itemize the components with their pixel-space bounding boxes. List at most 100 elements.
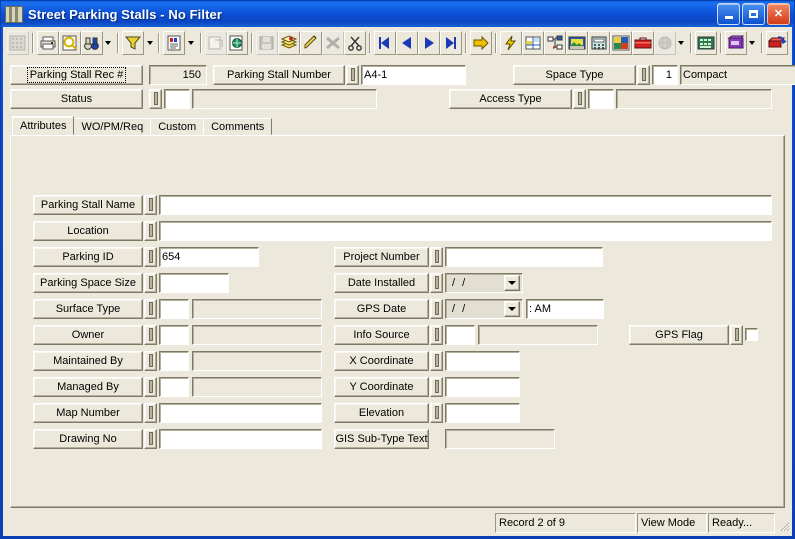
tab-custom[interactable]: Custom [150,118,205,135]
maintained-by-lookup-button[interactable] [144,350,157,371]
surface-type-label-button[interactable]: Surface Type [33,298,143,319]
gps-date-lookup-button[interactable] [430,298,443,319]
parking-stall-name-lookup-button[interactable] [144,194,157,215]
map-icon[interactable] [521,31,544,55]
space-type-label-button[interactable]: Space Type [513,64,636,85]
filter-dropdown-arrow-icon[interactable] [144,31,155,55]
parking-id-input[interactable]: 654 [159,246,259,267]
map-number-lookup-button[interactable] [144,402,157,423]
drawing-no-input[interactable] [159,428,322,449]
parking-stall-rec-label-button[interactable]: Parking Stall Rec # [10,64,143,85]
parking-space-size-input[interactable] [159,272,229,293]
date-installed-label-button[interactable]: Date Installed [334,272,429,293]
maintained-by-label-button[interactable]: Maintained By [33,350,143,371]
parking-id-lookup-button[interactable] [144,246,157,267]
project-number-input[interactable] [445,246,603,267]
tab-comments[interactable]: Comments [203,118,273,135]
managed-by-lookup-button[interactable] [144,376,157,397]
location-label-button[interactable]: Location [33,220,143,241]
save-icon[interactable] [256,31,279,55]
status-label-button[interactable]: Status [10,88,143,109]
info-source-code-input[interactable] [445,324,475,345]
maximize-button[interactable] [742,3,765,25]
space-type-lookup-button[interactable] [637,64,650,85]
gps-date-dropdown-icon[interactable] [504,300,520,317]
previous-record-icon[interactable] [396,31,419,55]
access-type-label-button[interactable]: Access Type [449,88,572,109]
elevation-label-button[interactable]: Elevation [334,402,429,423]
managed-by-label-button[interactable]: Managed By [33,376,143,397]
edit-pencil-icon[interactable] [300,31,323,55]
next-record-icon[interactable] [418,31,441,55]
space-type-code-input[interactable]: 1 [652,64,678,85]
x-coordinate-input[interactable] [445,350,520,371]
globe-icon[interactable] [653,31,676,55]
export-icon[interactable] [204,31,227,55]
map-number-label-button[interactable]: Map Number [33,402,143,423]
book-icon[interactable] [724,31,747,55]
elevation-lookup-button[interactable] [430,402,443,423]
maintained-by-code-input[interactable] [159,350,189,371]
print-icon[interactable] [36,31,59,55]
x-coordinate-label-button[interactable]: X Coordinate [334,350,429,371]
owner-code-input[interactable] [159,324,189,345]
date-installed-lookup-button[interactable] [430,272,443,293]
gps-flag-lookup-button[interactable] [730,324,743,345]
minimize-button[interactable] [717,3,740,25]
x-coordinate-lookup-button[interactable] [430,350,443,371]
surface-type-code-input[interactable] [159,298,189,319]
filter-funnel-icon[interactable] [122,31,145,55]
access-type-lookup-button[interactable] [573,88,586,109]
drawing-no-label-button[interactable]: Drawing No [33,428,143,449]
grid-view-icon[interactable] [7,31,29,55]
status-code-input[interactable] [164,88,190,109]
picture-icon[interactable] [609,31,632,55]
close-button[interactable]: ✕ [767,3,790,25]
status-lookup-button[interactable] [149,88,162,109]
surface-type-lookup-button[interactable] [144,298,157,319]
lightning-icon[interactable] [500,31,522,55]
flag-refresh-icon[interactable] [766,31,789,55]
parking-space-size-lookup-button[interactable] [144,272,157,293]
gps-date-label-button[interactable]: GPS Date [334,298,429,319]
resize-grip-icon[interactable] [776,513,790,533]
parking-stall-number-input[interactable]: A4-1 [361,64,466,85]
gps-time-input[interactable]: : AM [526,298,604,319]
y-coordinate-input[interactable] [445,376,520,397]
report-dropdown-arrow-icon[interactable] [185,31,196,55]
gps-flag-label-button[interactable]: GPS Flag [629,324,729,345]
print-preview-icon[interactable] [58,31,81,55]
managed-by-code-input[interactable] [159,376,189,397]
y-coordinate-lookup-button[interactable] [430,376,443,397]
hierarchy-icon[interactable] [543,31,566,55]
delete-x-icon[interactable] [322,31,345,55]
toolbox-icon[interactable] [631,31,654,55]
parking-id-label-button[interactable]: Parking ID [33,246,143,267]
first-record-icon[interactable] [374,31,397,55]
project-number-lookup-button[interactable] [430,246,443,267]
date-installed-dropdown-icon[interactable] [504,274,520,291]
parking-space-size-label-button[interactable]: Parking Space Size [33,272,143,293]
y-coordinate-label-button[interactable]: Y Coordinate [334,376,429,397]
owner-lookup-button[interactable] [144,324,157,345]
tab-wo-pm-req[interactable]: WO/PM/Req [73,118,152,135]
gps-date-picker[interactable]: / / [445,298,523,319]
find-dropdown-arrow-icon[interactable] [103,31,114,55]
globe-dropdown-arrow-icon[interactable] [676,31,687,55]
parking-stall-number-lookup-button[interactable] [346,64,359,85]
project-number-label-button[interactable]: Project Number [334,246,429,267]
tab-attributes[interactable]: Attributes [12,116,75,135]
import-icon[interactable] [226,31,249,55]
parking-stall-name-label-button[interactable]: Parking Stall Name [33,194,143,215]
map-number-input[interactable] [159,402,322,423]
book-dropdown-arrow-icon[interactable] [747,31,758,55]
info-source-lookup-button[interactable] [430,324,443,345]
gis-sub-type-text-label-button[interactable]: GIS Sub-Type Text [334,428,429,449]
gps-flag-checkbox[interactable] [745,328,758,341]
parking-stall-number-label-button[interactable]: Parking Stall Number [213,64,345,85]
date-installed-picker[interactable]: / / [445,272,523,293]
keypad-icon[interactable] [694,31,717,55]
location-lookup-button[interactable] [144,220,157,241]
cut-scissors-icon[interactable] [344,31,367,55]
elevation-input[interactable] [445,402,520,423]
